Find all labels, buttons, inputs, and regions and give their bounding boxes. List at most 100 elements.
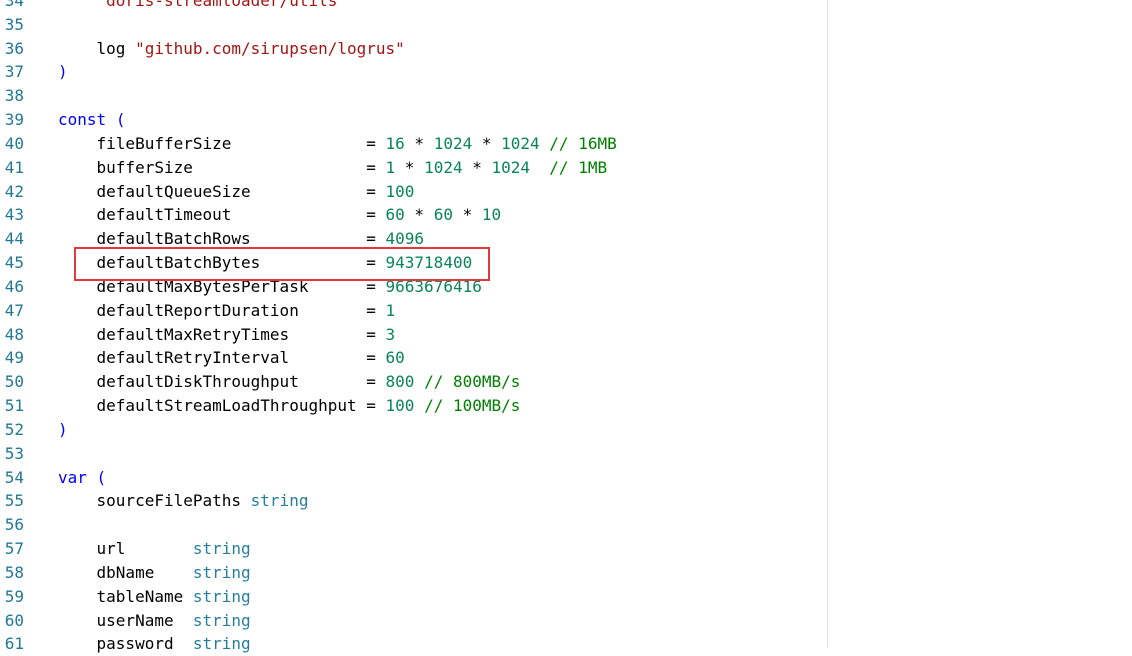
line-code[interactable]: fileBufferSize = 16 * 1024 * 1024 // 16M… [58, 132, 617, 156]
plain-token: defaultDiskThroughput = [58, 372, 386, 392]
code-line[interactable]: 43 defaultTimeout = 60 * 60 * 10 [0, 203, 828, 227]
code-line[interactable]: 40 fileBufferSize = 16 * 1024 * 1024 // … [0, 132, 828, 156]
code-line[interactable]: 35 [0, 13, 828, 37]
line-code[interactable]: ) [58, 418, 68, 442]
code-line[interactable]: 48 defaultMaxRetryTimes = 3 [0, 323, 828, 347]
code-line[interactable]: 51 defaultStreamLoadThroughput = 100 // … [0, 394, 828, 418]
line-code[interactable]: "doris-streamloader/utils" [58, 0, 347, 13]
number-token: 100 [385, 181, 415, 201]
number-token: 943718400 [385, 253, 473, 273]
line-number: 57 [4, 539, 24, 559]
number-token: 1024 [424, 157, 463, 177]
code-line[interactable]: 56 [0, 513, 828, 537]
line-number: 39 [4, 110, 24, 130]
code-line[interactable]: 46 defaultMaxBytesPerTask = 9663676416 [0, 275, 828, 299]
code-line[interactable]: 39 const ( [0, 108, 828, 132]
plain-token: defaultRetryInterval = [58, 348, 386, 368]
code-line[interactable]: 49 defaultRetryInterval = 60 [0, 346, 828, 370]
plain-token: defaultMaxBytesPerTask = [58, 276, 386, 296]
code-line[interactable]: 37) [0, 60, 828, 84]
comment-token: // 800MB/s [424, 372, 521, 392]
keyword-token: ( [96, 467, 107, 487]
line-code[interactable]: var ( [58, 466, 106, 490]
code-editor[interactable]: 34 "doris-streamloader/utils" 35 36 log "g… [0, 0, 828, 656]
code-line[interactable]: 50 defaultDiskThroughput = 800 // 800MB/… [0, 370, 828, 394]
line-code[interactable]: defaultTimeout = 60 * 60 * 10 [58, 203, 502, 227]
line-number: 47 [4, 300, 24, 320]
line-number: 45 [4, 253, 24, 273]
line-code[interactable]: const ( [58, 108, 125, 132]
number-token: 1 [385, 300, 396, 320]
line-code[interactable]: defaultQueueSize = 100 [58, 180, 415, 204]
code-line[interactable]: 45 defaultBatchBytes = 943718400 [0, 251, 828, 275]
comment-token: // 1MB [549, 157, 608, 177]
plain-token: log [58, 38, 136, 58]
line-code[interactable]: userName string [58, 609, 251, 633]
code-line[interactable]: 58 dbName string [0, 561, 828, 585]
line-number: 53 [4, 443, 24, 463]
code-line[interactable]: 61 password string [0, 632, 828, 656]
plain-token: fileBufferSize = [58, 133, 386, 153]
type-token: string [192, 539, 251, 559]
plain-token: defaultMaxRetryTimes = [58, 324, 386, 344]
line-code[interactable]: defaultMaxRetryTimes = 3 [58, 323, 396, 347]
code-line[interactable]: 36 log "github.com/sirupsen/logrus" [0, 37, 828, 61]
line-number: 36 [4, 38, 24, 58]
plain-token: * [395, 157, 425, 177]
line-number: 38 [4, 86, 24, 106]
line-code[interactable]: ) [58, 60, 68, 84]
plain-token: userName [58, 610, 193, 630]
number-token: 1 [385, 157, 396, 177]
line-number: 56 [4, 515, 24, 535]
editor-vertical-ruler [827, 0, 828, 648]
code-line[interactable]: 42 defaultQueueSize = 100 [0, 180, 828, 204]
code-line[interactable]: 53 [0, 442, 828, 466]
line-code[interactable]: sourceFilePaths string [58, 489, 309, 513]
plain-token: defaultQueueSize = [58, 181, 386, 201]
line-code[interactable]: password string [58, 632, 251, 656]
line-code[interactable]: defaultReportDuration = 1 [58, 299, 396, 323]
line-number: 35 [4, 14, 24, 34]
line-code[interactable]: defaultRetryInterval = 60 [58, 346, 405, 370]
line-code[interactable]: defaultStreamLoadThroughput = 100 // 100… [58, 394, 521, 418]
line-code[interactable]: url string [58, 537, 251, 561]
line-number: 52 [4, 419, 24, 439]
code-line[interactable]: 57 url string [0, 537, 828, 561]
plain-token: sourceFilePaths [58, 491, 251, 511]
code-line[interactable]: 34 "doris-streamloader/utils" [0, 0, 828, 13]
type-token: string [192, 610, 251, 630]
line-code[interactable]: defaultDiskThroughput = 800 // 800MB/s [58, 370, 521, 394]
number-token: 1024 [433, 133, 473, 153]
code-line[interactable]: 41 bufferSize = 1 * 1024 * 1024 // 1MB [0, 156, 828, 180]
code-line[interactable]: 59 tableName string [0, 585, 828, 609]
code-line[interactable]: 52) [0, 418, 828, 442]
number-token: 60 [385, 205, 405, 225]
number-token: 1024 [501, 133, 540, 153]
keyword-token: var [58, 467, 87, 487]
code-line[interactable]: 44 defaultBatchRows = 4096 [0, 227, 828, 251]
line-code[interactable]: tableName string [58, 585, 251, 609]
code-line[interactable]: 47 defaultReportDuration = 1 [0, 299, 828, 323]
plain-token: * [452, 205, 482, 225]
line-code[interactable]: dbName string [58, 561, 251, 585]
code-line[interactable]: 54 var ( [0, 466, 828, 490]
keyword-token: const [58, 110, 107, 130]
number-token: 3 [385, 324, 396, 344]
line-code[interactable]: defaultMaxBytesPerTask = 9663676416 [58, 275, 482, 299]
line-code[interactable]: defaultBatchBytes = 943718400 [58, 251, 473, 275]
line-code[interactable]: defaultBatchRows = 4096 [58, 227, 425, 251]
code-line[interactable]: 60 userName string [0, 609, 828, 633]
code-line[interactable]: 38 [0, 84, 828, 108]
string-token: "github.com/sirupsen/logrus" [135, 38, 405, 58]
line-number: 42 [4, 181, 24, 201]
plain-token: * [404, 133, 434, 153]
plain-token: tableName [58, 586, 193, 606]
line-code[interactable]: log "github.com/sirupsen/logrus" [58, 37, 405, 61]
line-number: 46 [4, 276, 24, 296]
line-code[interactable]: bufferSize = 1 * 1024 * 1024 // 1MB [58, 156, 608, 180]
code-line[interactable]: 55 sourceFilePaths string [0, 489, 828, 513]
